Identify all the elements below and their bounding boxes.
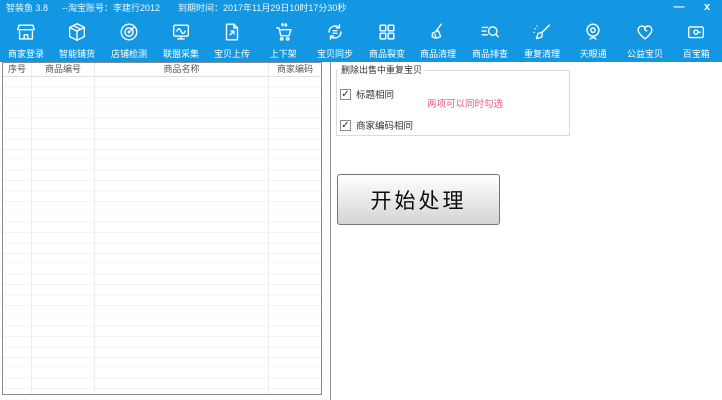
toolbar-item-label: 宝贝上传: [214, 49, 251, 60]
titlebar-account: --淘宝账号：李建行2012: [62, 3, 161, 13]
close-button[interactable]: x: [696, 0, 718, 17]
toolbar-item-label: 商家登录: [7, 49, 44, 60]
minimize-button[interactable]: —: [668, 0, 690, 17]
toolbar-item-charity-items[interactable]: 公益宝贝: [619, 17, 671, 62]
brush-icon: [531, 21, 553, 43]
doc-upload-icon: [221, 21, 243, 43]
toolbar-item-treasure-box[interactable]: 百宝箱: [671, 17, 722, 62]
checkbox-same-merchant-code-label: 商家编码相同: [356, 121, 414, 132]
checkbox-same-title-label: 标题相同: [356, 90, 395, 101]
toolbar-item-smart-stocking[interactable]: 智能铺货: [52, 17, 104, 62]
checkbox-row-same-merchant-code[interactable]: ✓ 商家编码相同: [340, 118, 413, 132]
toolbar-item-item-clean[interactable]: 商品清理: [413, 17, 465, 62]
titlebar-expire-time: 到期时间：2017年11月29日10时17分30秒: [178, 3, 347, 13]
column-header-product-id[interactable]: 商品编号: [32, 63, 95, 76]
titlebar: 智装鱼 3.8 --淘宝账号：李建行2012 到期时间：2017年11月29日1…: [0, 0, 722, 17]
panel-divider: [330, 62, 331, 400]
toolbar-item-label: 商品排查: [471, 49, 509, 60]
grid-icon: [376, 21, 398, 43]
toolbar-item-label: 天眼通: [579, 49, 607, 60]
checkbox-same-title[interactable]: ✓: [340, 88, 351, 100]
toolbar-item-alliance-collect[interactable]: 联盟采集: [155, 17, 207, 62]
cart-icon: [273, 21, 295, 43]
toolbar-item-label: 上下架: [270, 49, 298, 60]
toolbox-icon: [685, 21, 707, 43]
toolbar-item-label: 商品裂变: [368, 49, 405, 60]
column-header-index[interactable]: 序号: [3, 63, 32, 76]
column-divider: [268, 77, 269, 394]
toolbar-item-item-upload[interactable]: 宝贝上传: [206, 17, 258, 62]
search-list-icon: [479, 21, 501, 43]
toolbar-item-label: 宝贝同步: [317, 49, 354, 60]
toolbar-item-duplicate-clean[interactable]: 重复清理: [516, 17, 568, 62]
storefront-icon: [15, 21, 37, 43]
toolbar-item-item-inspect[interactable]: 商品排查: [464, 17, 516, 62]
toolbar-item-label: 商品清理: [420, 49, 457, 60]
package-icon: [66, 21, 88, 43]
toolbar-item-label: 店铺检测: [110, 49, 148, 60]
product-table-header: 序号 商品编号 商品名称 商家编码: [3, 63, 321, 77]
column-header-product-name[interactable]: 商品名称: [95, 63, 269, 76]
toolbar-item-shop-check[interactable]: 店铺检测: [103, 17, 155, 62]
toolbar-item-label: 联盟采集: [162, 49, 199, 60]
toolbar-item-label: 百宝箱: [682, 49, 710, 60]
radar-icon: [118, 21, 140, 43]
column-header-merchant-code[interactable]: 商家编码: [269, 63, 321, 76]
app-title: 智装鱼 3.8: [6, 3, 49, 13]
product-table[interactable]: 序号 商品编号 商品名称 商家编码: [2, 62, 322, 395]
toolbar-item-sky-eye[interactable]: 天眼通: [567, 17, 619, 62]
sync-icon: [324, 21, 346, 43]
toolbar-item-label: 重复清理: [523, 49, 560, 60]
groupbox-title: 删除出售中重复宝贝: [338, 63, 426, 76]
checkbox-same-merchant-code[interactable]: ✓: [340, 119, 351, 131]
broom-icon: [427, 21, 449, 43]
toolbar-item-merchant-login[interactable]: 商家登录: [0, 17, 52, 62]
toolbar-item-shelf-on-off[interactable]: 上下架: [258, 17, 310, 62]
webcam-icon: [582, 21, 604, 43]
monitor-wave-icon: [170, 21, 192, 43]
toolbar-item-label: 公益宝贝: [626, 49, 663, 60]
toolbar-item-item-sync[interactable]: 宝贝同步: [309, 17, 361, 62]
toolbar-item-item-fission[interactable]: 商品裂变: [361, 17, 413, 62]
column-divider: [94, 77, 95, 394]
start-processing-button[interactable]: 开始处理: [337, 174, 500, 225]
checkbox-row-same-title[interactable]: ✓ 标题相同: [340, 87, 394, 101]
toolbar: 商家登录 智能铺货 店铺检测 联盟采集 宝贝上传 上下架 宝贝同步 商品裂变 商…: [0, 17, 722, 62]
toolbar-item-label: 智能铺货: [59, 49, 96, 60]
heart-icon: [634, 21, 656, 43]
hint-text: 两项可以同时勾选: [427, 99, 504, 110]
column-divider: [31, 77, 32, 394]
